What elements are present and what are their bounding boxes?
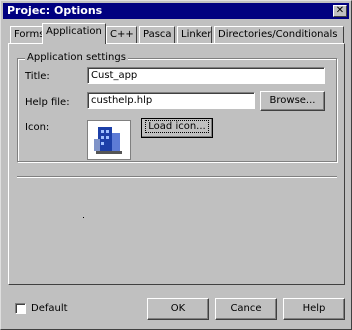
load-icon-button[interactable]: Load icon... — [141, 118, 213, 138]
close-icon: ✕ — [335, 5, 345, 16]
tab-application[interactable]: Application — [42, 23, 106, 44]
load-icon-label: Load icon... — [145, 120, 209, 133]
icon-label: Icon: — [25, 122, 50, 133]
browse-button[interactable]: Browse... — [260, 91, 325, 111]
application-icon — [94, 127, 122, 154]
tab-label: C++ — [110, 29, 134, 40]
tab-label: Forms — [14, 29, 43, 40]
separator — [17, 176, 337, 178]
group-label: Application settings — [25, 52, 128, 63]
tab-label: Pasca — [143, 29, 172, 40]
title-bar[interactable]: Projec: Options ✕ — [3, 3, 349, 19]
ok-button[interactable]: OK — [147, 298, 209, 320]
title-label: Title: — [25, 71, 50, 82]
default-label: Default — [31, 303, 68, 314]
tab-label: Directories/Conditionals — [218, 29, 338, 40]
tab-label: Application — [46, 26, 102, 37]
title-value: Cust_app — [91, 70, 138, 81]
icon-preview — [87, 120, 131, 160]
window-title: Projec: Options — [7, 4, 103, 17]
title-field[interactable]: Cust_app — [87, 67, 325, 84]
close-button[interactable]: ✕ — [333, 5, 347, 17]
ok-label: OK — [170, 303, 186, 314]
tab-directories-conditionals[interactable]: Directories/Conditionals — [214, 26, 344, 43]
default-checkbox[interactable] — [15, 303, 26, 314]
cancel-label: Cance — [230, 303, 262, 314]
tab-forms[interactable]: Forms — [10, 26, 43, 43]
browse-label: Browse... — [269, 95, 316, 106]
help-label: Help — [302, 303, 326, 314]
stray-pixel — [83, 217, 84, 218]
tab-label: Linker — [181, 29, 212, 40]
options-dialog: Projec: Options ✕ Forms Application C++ … — [0, 0, 352, 330]
tab-cpp[interactable]: C++ — [106, 26, 137, 43]
cancel-button[interactable]: Cance — [215, 298, 277, 320]
help-file-label: Help file: — [25, 97, 70, 108]
help-file-field[interactable]: custhelp.hlp — [87, 92, 255, 109]
help-file-value: custhelp.hlp — [91, 95, 153, 106]
help-button[interactable]: Help — [283, 298, 345, 320]
tab-pascal[interactable]: Pasca — [139, 26, 175, 43]
tab-linker[interactable]: Linker — [177, 26, 212, 43]
